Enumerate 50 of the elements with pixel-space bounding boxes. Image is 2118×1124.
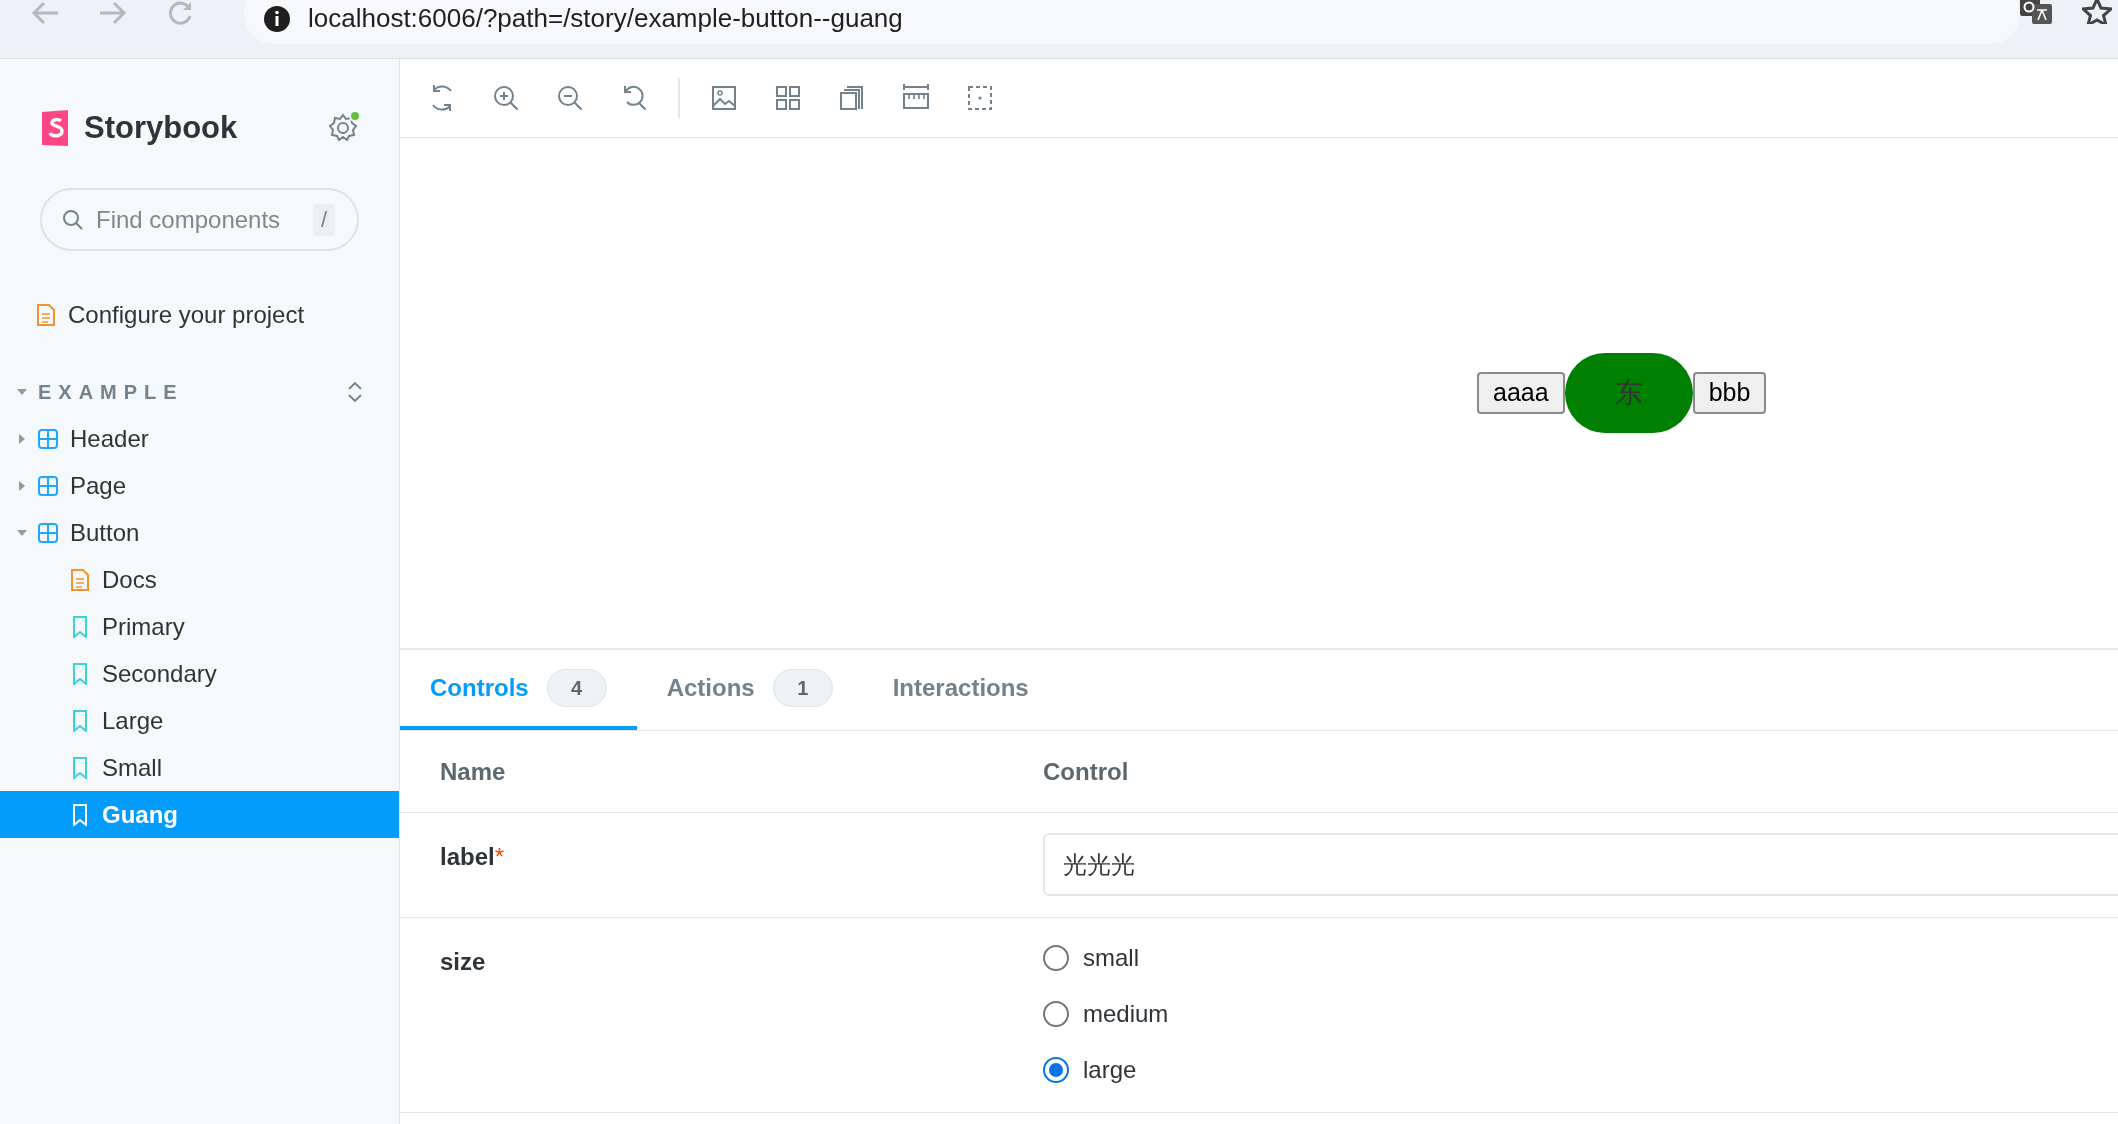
document-icon	[70, 568, 90, 591]
bookmark-icon	[70, 756, 90, 779]
required-asterisk: *	[494, 843, 505, 870]
tree-item[interactable]: Primary	[0, 603, 399, 650]
group-heading[interactable]: EXAMPLE	[38, 376, 184, 407]
search-icon	[62, 208, 84, 231]
settings-icon	[328, 113, 358, 143]
column-header: Control	[1042, 756, 1129, 787]
bookmark-icon	[70, 615, 90, 638]
bookmark-icon	[70, 803, 90, 826]
sidebar-item[interactable]: Configure your project	[0, 291, 399, 338]
search-input[interactable]: Find components	[96, 201, 286, 238]
component-icon	[38, 474, 58, 497]
address-bar[interactable]: localhost:6006/?path=/story/example-button--guang	[244, 0, 2020, 44]
button[interactable]: aaaa	[1477, 372, 1565, 414]
expand-collapse-icon[interactable]	[347, 379, 363, 404]
tree-item[interactable]: Header	[0, 415, 399, 462]
radio-button[interactable]	[1043, 945, 1069, 971]
radio-button[interactable]	[1043, 1057, 1069, 1083]
text-input-field[interactable]: 光光光	[1043, 833, 2118, 896]
bookmark-icon	[70, 662, 90, 685]
radio-label[interactable]: medium	[1083, 996, 1169, 1032]
radio-button[interactable]	[1043, 1001, 1069, 1027]
component-icon	[38, 521, 58, 544]
arg-name: size	[440, 948, 486, 975]
star-icon[interactable]	[2082, 0, 2112, 24]
brand-name: Storybook	[84, 108, 238, 147]
count-badge: 1	[772, 669, 833, 707]
component-icon	[38, 427, 58, 450]
arg-name: label	[440, 843, 495, 870]
tree-item[interactable]: Large	[0, 697, 399, 744]
tab[interactable]: Actions 1	[636, 650, 863, 730]
bookmark-icon	[70, 709, 90, 732]
tree-item[interactable]: Docs	[0, 556, 399, 603]
tree-item[interactable]: Secondary	[0, 650, 399, 697]
tab[interactable]: Controls 4	[400, 650, 637, 730]
info-icon[interactable]	[262, 4, 292, 34]
translate-icon[interactable]	[2020, 0, 2052, 26]
count-badge: 4	[546, 669, 607, 707]
radio-label[interactable]: large	[1083, 1052, 1137, 1088]
keyboard-shortcut: /	[312, 203, 335, 236]
url-text: localhost:6006/?path=/story/example-button--guang	[308, 1, 903, 35]
tree-item[interactable]: Button	[0, 509, 399, 556]
column-header: Name	[439, 756, 507, 787]
button[interactable]: bbb	[1692, 372, 1767, 414]
document-icon	[36, 303, 56, 326]
tab[interactable]: Interactions	[862, 650, 1059, 730]
tree-item[interactable]: Small	[0, 744, 399, 791]
tree-item[interactable]: Page	[0, 462, 399, 509]
radio-label[interactable]: small	[1083, 940, 1139, 976]
